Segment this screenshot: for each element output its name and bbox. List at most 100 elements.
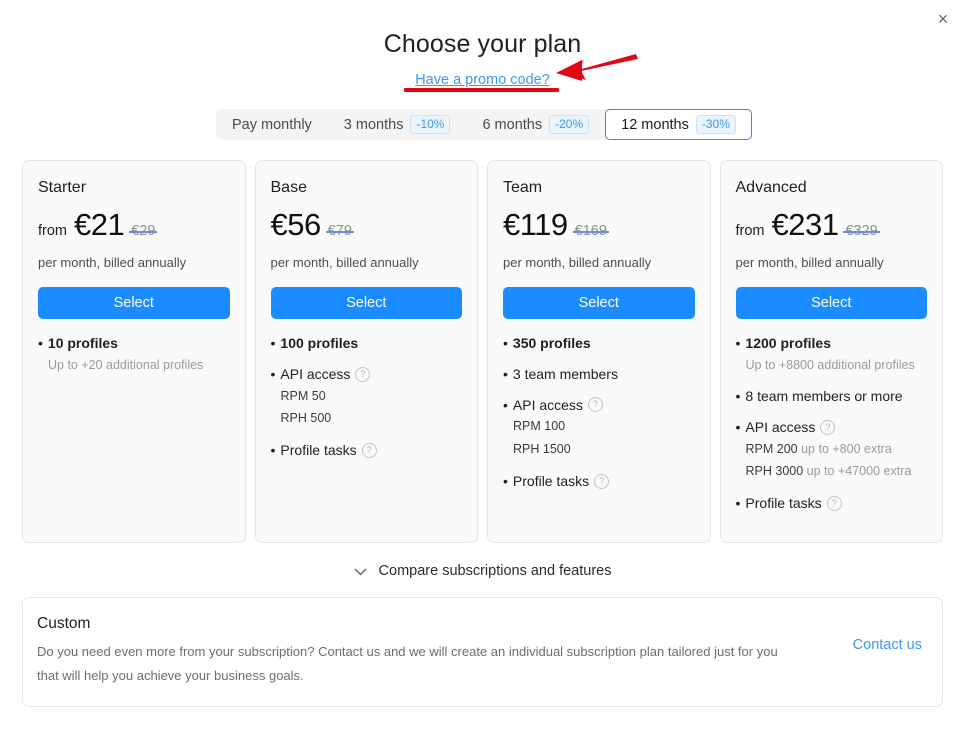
promo-code-row: Have a promo code? <box>0 71 965 89</box>
feature-detail: RPM 200 up to +800 extra <box>736 440 928 459</box>
period-tab-label: 6 months <box>482 117 542 133</box>
feature-label: 8 team members or more <box>745 388 902 405</box>
billing-note: per month, billed annually <box>271 255 463 270</box>
plan-card-starter: Starter from €21 €29 per month, billed a… <box>22 160 246 543</box>
feature-row: • 100 profiles <box>271 335 463 352</box>
billing-note: per month, billed annually <box>503 255 695 270</box>
period-tab-12-months[interactable]: 12 months -30% <box>605 109 752 140</box>
feature-detail: RPH 3000 up to +47000 extra <box>736 462 928 481</box>
compare-subscriptions-toggle[interactable]: Compare subscriptions and features <box>0 563 965 579</box>
bullet-icon: • <box>503 366 508 383</box>
custom-plan-card: Custom Do you need even more from your s… <box>22 597 943 707</box>
chevron-down-icon <box>354 565 367 578</box>
feature-item: • API access ? RPM 50 RPH 500 <box>271 366 463 428</box>
period-tab-label: 3 months <box>344 117 404 133</box>
feature-subtext: Up to +20 additional profiles <box>38 356 230 374</box>
feature-detail: RPM 100 <box>503 417 695 436</box>
plan-price: €119 <box>503 207 568 243</box>
plan-cards: Starter from €21 €29 per month, billed a… <box>0 160 965 543</box>
help-icon[interactable]: ? <box>355 367 370 382</box>
plan-name: Team <box>503 179 695 197</box>
feature-row: • Profile tasks ? <box>736 495 928 512</box>
feature-detail-extra: up to +800 extra <box>801 442 892 456</box>
plan-old-price: €29 <box>131 223 155 239</box>
bullet-icon: • <box>38 335 43 352</box>
feature-row: • Profile tasks ? <box>503 473 695 490</box>
feature-label: Profile tasks <box>745 495 821 512</box>
feature-item: • 8 team members or more <box>736 388 928 405</box>
select-button-advanced[interactable]: Select <box>736 287 928 319</box>
feature-detail-main: RPM 200 <box>746 442 798 456</box>
billing-note: per month, billed annually <box>38 255 230 270</box>
plan-name: Advanced <box>736 179 928 197</box>
feature-row: • 350 profiles <box>503 335 695 352</box>
period-discount-badge: -30% <box>696 115 736 134</box>
feature-item: • 350 profiles <box>503 335 695 352</box>
contact-us-link[interactable]: Contact us <box>853 637 922 653</box>
plan-price-row: €119 €169 <box>503 207 695 243</box>
bullet-icon: • <box>271 335 276 352</box>
feature-row: • API access ? <box>736 419 928 436</box>
plan-name: Base <box>271 179 463 197</box>
bullet-icon: • <box>736 495 741 512</box>
help-icon[interactable]: ? <box>827 496 842 511</box>
close-icon[interactable]: × <box>930 6 956 32</box>
select-button-team[interactable]: Select <box>503 287 695 319</box>
period-tab-3-months[interactable]: 3 months -10% <box>328 109 467 140</box>
plan-price-row: €56 €79 <box>271 207 463 243</box>
feature-item: • 100 profiles <box>271 335 463 352</box>
help-icon[interactable]: ? <box>594 474 609 489</box>
feature-label: 100 profiles <box>280 335 358 352</box>
billing-note: per month, billed annually <box>736 255 928 270</box>
bullet-icon: • <box>503 473 508 490</box>
plan-old-price: €329 <box>845 223 877 239</box>
plan-features: • 1200 profiles Up to +8800 additional p… <box>736 335 928 512</box>
help-icon[interactable]: ? <box>820 420 835 435</box>
feature-row: • 8 team members or more <box>736 388 928 405</box>
feature-label: API access <box>513 397 583 414</box>
feature-label: 1200 profiles <box>745 335 831 352</box>
bullet-icon: • <box>736 388 741 405</box>
plan-features: • 100 profiles • API access ? RPM 50 RPH… <box>271 335 463 459</box>
plan-card-advanced: Advanced from €231 €329 per month, bille… <box>720 160 944 543</box>
feature-row: • 3 team members <box>503 366 695 383</box>
bullet-icon: • <box>271 366 276 383</box>
billing-period-switcher[interactable]: Pay monthly 3 months -10% 6 months -20% … <box>216 109 749 140</box>
feature-item: • Profile tasks ? <box>271 442 463 459</box>
bullet-icon: • <box>736 335 741 352</box>
plan-name: Starter <box>38 179 230 197</box>
period-tab-6-months[interactable]: 6 months -20% <box>466 109 605 140</box>
select-button-base[interactable]: Select <box>271 287 463 319</box>
feature-label: 10 profiles <box>48 335 118 352</box>
price-from-label: from <box>736 223 765 239</box>
promo-code-link[interactable]: Have a promo code? <box>415 72 550 88</box>
custom-plan-title: Custom <box>37 615 853 633</box>
period-discount-badge: -20% <box>549 115 589 134</box>
compare-label: Compare subscriptions and features <box>379 563 612 579</box>
feature-label: 350 profiles <box>513 335 591 352</box>
feature-label: Profile tasks <box>280 442 356 459</box>
bullet-icon: • <box>736 419 741 436</box>
feature-label: API access <box>280 366 350 383</box>
feature-row: • 1200 profiles <box>736 335 928 352</box>
feature-item: • 3 team members <box>503 366 695 383</box>
feature-subtext: Up to +8800 additional profiles <box>736 356 928 374</box>
select-button-starter[interactable]: Select <box>38 287 230 319</box>
bullet-icon: • <box>503 397 508 414</box>
feature-row: • Profile tasks ? <box>271 442 463 459</box>
feature-row: • API access ? <box>271 366 463 383</box>
plan-old-price: €169 <box>575 223 607 239</box>
feature-detail-main: RPM 50 <box>281 389 326 403</box>
help-icon[interactable]: ? <box>362 443 377 458</box>
period-tab-label: 12 months <box>621 117 689 133</box>
feature-row: • API access ? <box>503 397 695 414</box>
feature-label: Profile tasks <box>513 473 589 490</box>
help-icon[interactable]: ? <box>588 397 603 412</box>
plan-price: €56 <box>271 207 321 243</box>
plan-price: €231 <box>772 207 839 243</box>
period-discount-badge: -10% <box>410 115 450 134</box>
feature-item: • API access ? RPM 100 RPH 1500 <box>503 397 695 459</box>
plan-features: • 10 profiles Up to +20 additional profi… <box>38 335 230 374</box>
period-tab-pay-monthly[interactable]: Pay monthly <box>216 109 328 140</box>
bullet-icon: • <box>271 442 276 459</box>
